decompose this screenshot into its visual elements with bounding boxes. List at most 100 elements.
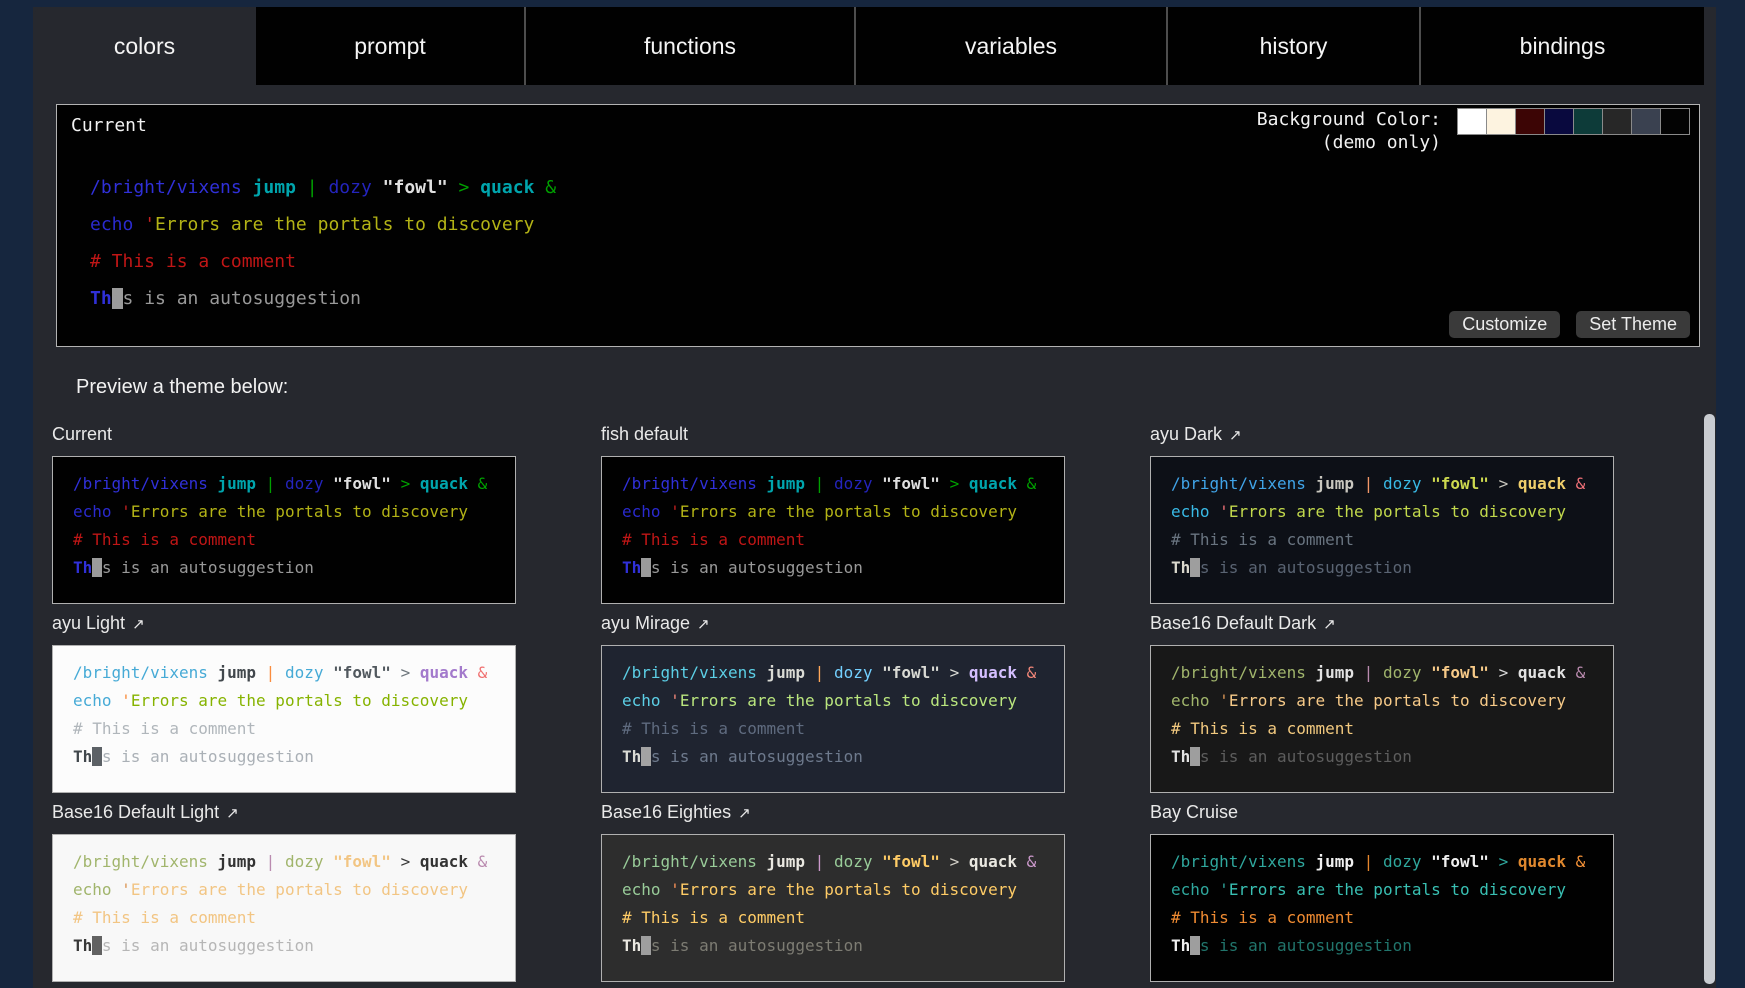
tab-prompt[interactable]: prompt: [256, 7, 524, 85]
tab-colors[interactable]: colors: [33, 7, 256, 85]
scrollbar[interactable]: [1704, 414, 1715, 984]
terminal-line: /bright/vixens jump | dozy "fowl" > quac…: [73, 848, 515, 876]
terminal-line: /bright/vixens jump | dozy "fowl" > quac…: [622, 848, 1064, 876]
terminal-line: /bright/vixens jump | dozy "fowl" > quac…: [1171, 848, 1613, 876]
token-pipe: |: [815, 663, 825, 682]
tab-variables[interactable]: variables: [854, 7, 1166, 85]
bg-swatch-2[interactable]: [1515, 108, 1545, 135]
external-link-icon[interactable]: ↗: [132, 616, 145, 633]
bg-swatch-6[interactable]: [1631, 108, 1661, 135]
token-plain: [391, 474, 401, 493]
cursor-block: i: [112, 288, 123, 309]
token-path: /bright/vixens: [622, 663, 757, 682]
theme-card-ayu-light[interactable]: /bright/vixens jump | dozy "fowl" > quac…: [52, 645, 516, 793]
token-plain: [256, 852, 266, 871]
token-path: /bright/vixens: [622, 474, 757, 493]
token-comment: # This is a comment: [1171, 530, 1354, 549]
theme-cell-bay-cruise: Bay Cruise/bright/vixens jump | dozy "fo…: [1150, 802, 1614, 982]
bg-swatch-0[interactable]: [1457, 108, 1487, 135]
set-theme-button[interactable]: Set Theme: [1576, 311, 1690, 338]
external-link-icon[interactable]: ↗: [226, 805, 239, 822]
token-comment: # This is a comment: [1171, 908, 1354, 927]
external-link-icon[interactable]: ↗: [697, 616, 710, 633]
token-gt: >: [950, 663, 960, 682]
token-dozy: dozy: [285, 474, 324, 493]
token-echo: echo: [73, 502, 112, 521]
theme-name: fish default: [601, 424, 688, 444]
token-jump: jump: [767, 852, 806, 871]
token-comment: # This is a comment: [622, 908, 805, 927]
token-echo: echo: [1171, 880, 1210, 899]
theme-cell-base16-default-light: Base16 Default Light ↗ /bright/vixens jump…: [52, 802, 516, 982]
token-dozy: dozy: [328, 177, 371, 198]
external-link-icon[interactable]: ↗: [1323, 616, 1336, 633]
terminal-line: echo 'Errors are the portals to discover…: [73, 876, 515, 904]
token-plain: [824, 663, 834, 682]
fish-config-page: colorspromptfunctionsvariableshistorybin…: [33, 0, 1716, 988]
token-fowl: "fowl": [1431, 852, 1489, 871]
theme-cell-base16-eighties: Base16 Eighties↗/bright/vixens jump | do…: [601, 802, 1065, 982]
theme-card-current[interactable]: /bright/vixens jump | dozy "fowl" > quac…: [52, 456, 516, 604]
token-suggest: s is an autosuggestion: [1200, 558, 1412, 577]
theme-name: Base16 Default Dark: [1150, 613, 1316, 633]
token-typed: Th: [1171, 936, 1190, 955]
token-gt: >: [950, 474, 960, 493]
tab-bindings[interactable]: bindings: [1419, 7, 1704, 85]
bg-swatch-1[interactable]: [1486, 108, 1516, 135]
token-pipe: |: [815, 852, 825, 871]
token-plain: [256, 474, 266, 493]
token-amp: &: [478, 663, 488, 682]
token-pipe: |: [266, 474, 276, 493]
external-link-icon[interactable]: ↗: [738, 805, 751, 822]
token-gt: >: [1499, 852, 1509, 871]
token-plain: [1017, 852, 1027, 871]
tab-bar: colorspromptfunctionsvariableshistorybin…: [33, 7, 1704, 85]
token-amp: &: [478, 474, 488, 493]
customize-button[interactable]: Customize: [1449, 311, 1560, 338]
theme-card-ayu-dark[interactable]: /bright/vixens jump | dozy "fowl" > quac…: [1150, 456, 1614, 604]
token-dozy: dozy: [285, 663, 324, 682]
token-plain: [757, 663, 767, 682]
bg-swatch-7[interactable]: [1660, 108, 1690, 135]
bg-swatch-3[interactable]: [1544, 108, 1574, 135]
theme-name: Base16 Default Light: [52, 802, 219, 822]
theme-card-base16-eighties[interactable]: /bright/vixens jump | dozy "fowl" > quac…: [601, 834, 1065, 982]
tab-functions[interactable]: functions: [524, 7, 854, 85]
panel-buttons: Customize Set Theme: [1449, 311, 1690, 338]
bg-swatch-5[interactable]: [1602, 108, 1632, 135]
token-plain: [275, 663, 285, 682]
token-jump: jump: [1316, 474, 1355, 493]
external-link-icon[interactable]: ↗: [1229, 427, 1242, 444]
theme-card-fish-default[interactable]: /bright/vixens jump | dozy "fowl" > quac…: [601, 456, 1065, 604]
cursor-block: i: [92, 747, 102, 766]
token-jump: jump: [218, 663, 257, 682]
theme-card-ayu-mirage[interactable]: /bright/vixens jump | dozy "fowl" > quac…: [601, 645, 1065, 793]
token-squote: ': [144, 214, 155, 235]
token-pipe: |: [815, 474, 825, 493]
token-typed: Th: [1171, 747, 1190, 766]
token-amp: &: [1027, 663, 1037, 682]
theme-card-base16-default-light[interactable]: /bright/vixens jump | dozy "fowl" > quac…: [52, 834, 516, 982]
terminal-line: This is an autosuggestion: [90, 280, 556, 317]
token-fowl: "fowl": [882, 474, 940, 493]
token-typed: Th: [622, 936, 641, 955]
token-pipe: |: [266, 663, 276, 682]
token-plain: [872, 852, 882, 871]
token-fowl: "fowl": [882, 852, 940, 871]
theme-title: Bay Cruise: [1150, 802, 1614, 828]
token-gt: >: [1499, 474, 1509, 493]
theme-card-bay-cruise[interactable]: /bright/vixens jump | dozy "fowl" > quac…: [1150, 834, 1614, 982]
terminal-line: /bright/vixens jump | dozy "fowl" > quac…: [622, 470, 1064, 498]
theme-card-base16-default-dark[interactable]: /bright/vixens jump | dozy "fowl" > quac…: [1150, 645, 1614, 793]
bg-swatch-4[interactable]: [1573, 108, 1603, 135]
tab-history[interactable]: history: [1166, 7, 1419, 85]
theme-title: Current: [52, 424, 516, 450]
token-path: /bright/vixens: [1171, 474, 1306, 493]
token-plain: [872, 474, 882, 493]
token-plain: [1354, 474, 1364, 493]
token-suggest: s is an autosuggestion: [651, 936, 863, 955]
terminal-line: # This is a comment: [622, 715, 1064, 743]
token-plain: [661, 502, 671, 521]
token-typed: Th: [622, 558, 641, 577]
token-quack: quack: [480, 177, 534, 198]
